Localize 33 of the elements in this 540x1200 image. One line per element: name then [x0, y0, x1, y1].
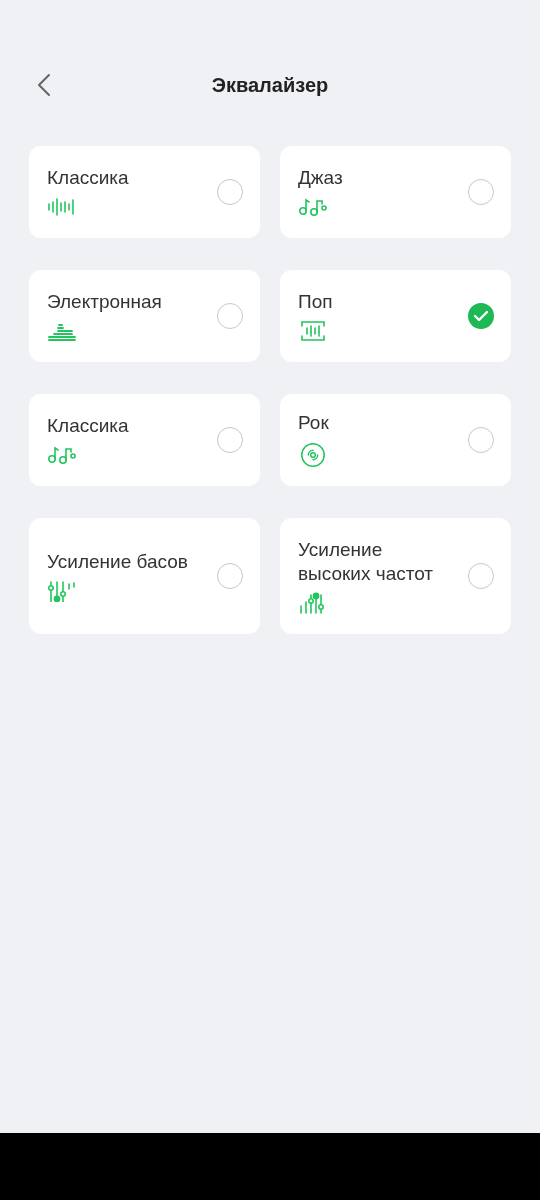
music-notes-icon — [298, 196, 328, 218]
preset-card[interactable]: Классика — [29, 146, 260, 238]
preset-card[interactable]: Усиление басов — [29, 518, 260, 634]
preset-card[interactable]: Рок — [280, 394, 511, 486]
disc-icon — [298, 441, 328, 469]
preset-label: Усиление басов — [47, 550, 188, 574]
preset-card[interactable]: Усиление высоких частот — [280, 518, 511, 634]
preset-label: Электронная — [47, 290, 162, 314]
radio-button[interactable] — [217, 303, 243, 329]
back-icon — [37, 73, 51, 97]
preset-label: Поп — [298, 290, 333, 314]
preset-label: Усиление высоких частот — [298, 538, 435, 586]
radio-button[interactable] — [217, 427, 243, 453]
radio-button[interactable] — [468, 427, 494, 453]
preset-card[interactable]: Классика — [29, 394, 260, 486]
preset-label: Рок — [298, 411, 329, 435]
preset-label: Классика — [47, 414, 129, 438]
radio-button[interactable] — [217, 179, 243, 205]
preset-card[interactable]: Джаз — [280, 146, 511, 238]
checkmark-icon — [473, 310, 489, 322]
page-title: Эквалайзер — [211, 73, 329, 97]
preset-card[interactable]: Электронная — [29, 270, 260, 362]
sliders-icon — [47, 580, 77, 602]
radio-button[interactable] — [468, 303, 494, 329]
music-notes-icon — [47, 444, 77, 466]
preset-label: Классика — [47, 166, 129, 190]
preset-card[interactable]: Поп — [280, 270, 511, 362]
preset-label: Джаз — [298, 166, 343, 190]
radio-button[interactable] — [468, 179, 494, 205]
radio-button[interactable] — [217, 563, 243, 589]
framed-waveform-icon — [298, 320, 328, 342]
waveform-icon — [47, 196, 77, 218]
radio-button[interactable] — [468, 563, 494, 589]
